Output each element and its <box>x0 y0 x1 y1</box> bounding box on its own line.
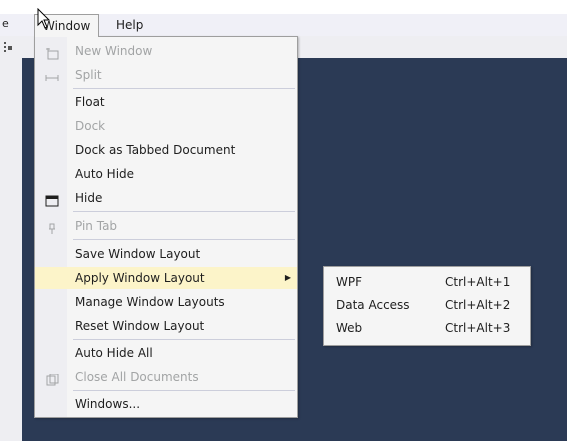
split-icon <box>45 69 59 81</box>
menu-item-auto-hide[interactable]: Auto Hide <box>35 163 297 185</box>
menu-item-label: Auto Hide <box>75 167 135 181</box>
menu-item-label: Apply Window Layout <box>75 271 205 285</box>
app-window: e Window Help New Window Split Float Doc… <box>0 0 567 441</box>
menu-item-label: Close All Documents <box>75 370 199 384</box>
menu-item-label: Save Window Layout <box>75 247 201 261</box>
menu-separator <box>73 211 295 212</box>
menu-item-windows[interactable]: Windows... <box>35 393 297 415</box>
toolbar-grip-icon[interactable] <box>4 42 12 52</box>
menu-item-partial[interactable]: e <box>2 17 9 30</box>
mouse-cursor-icon <box>37 7 53 30</box>
menu-help[interactable]: Help <box>108 14 151 36</box>
menu-item-dock-as-tabbed-document[interactable]: Dock as Tabbed Document <box>35 139 297 161</box>
menu-item-manage-window-layouts[interactable]: Manage Window Layouts <box>35 291 297 313</box>
menu-item-label: New Window <box>75 44 153 58</box>
menu-item-auto-hide-all[interactable]: Auto Hide All <box>35 342 297 364</box>
window-menu-dropdown: New Window Split Float Dock Dock as Tabb… <box>34 36 298 418</box>
submenu-item-label: Data Access <box>336 298 410 312</box>
new-window-icon <box>45 45 59 60</box>
menu-item-dock[interactable]: Dock <box>35 115 297 137</box>
submenu-item-label: Web <box>336 321 363 335</box>
menu-item-label: Auto Hide All <box>75 346 153 360</box>
menu-separator <box>73 390 295 391</box>
close-all-documents-icon <box>45 371 59 386</box>
menu-item-label: Manage Window Layouts <box>75 295 225 309</box>
hide-window-icon <box>45 192 59 207</box>
submenu-arrow-icon: ▶ <box>284 273 291 282</box>
menu-item-label: Float <box>75 95 105 109</box>
menu-separator <box>73 339 295 340</box>
pin-icon <box>45 220 59 234</box>
menu-separator <box>73 239 295 240</box>
submenu-item-data-access[interactable]: Data Access Ctrl+Alt+2 <box>324 294 530 316</box>
shortcut-label: Ctrl+Alt+1 <box>445 275 511 289</box>
menu-item-reset-window-layout[interactable]: Reset Window Layout <box>35 315 297 337</box>
menu-item-apply-window-layout[interactable]: Apply Window Layout ▶ <box>35 267 297 289</box>
left-gutter <box>0 58 22 441</box>
menu-item-label: Windows... <box>75 397 141 411</box>
menu-item-float[interactable]: Float <box>35 91 297 113</box>
menu-item-label: Pin Tab <box>75 219 118 233</box>
apply-window-layout-submenu: WPF Ctrl+Alt+1 Data Access Ctrl+Alt+2 We… <box>323 266 531 346</box>
menu-item-label: Hide <box>75 191 103 205</box>
menu-item-label: Dock <box>75 119 106 133</box>
menu-item-label: Reset Window Layout <box>75 319 205 333</box>
menu-item-close-all-documents[interactable]: Close All Documents <box>35 366 297 388</box>
menu-item-new-window[interactable]: New Window <box>35 40 297 62</box>
submenu-item-wpf[interactable]: WPF Ctrl+Alt+1 <box>324 271 530 293</box>
menu-item-label: Split <box>75 68 102 82</box>
shortcut-label: Ctrl+Alt+3 <box>445 321 511 335</box>
menu-item-pin-tab[interactable]: Pin Tab <box>35 215 297 237</box>
menu-item-split[interactable]: Split <box>35 64 297 86</box>
submenu-item-web[interactable]: Web Ctrl+Alt+3 <box>324 317 530 339</box>
menu-item-label: Dock as Tabbed Document <box>75 143 236 157</box>
submenu-item-label: WPF <box>336 275 363 289</box>
menu-separator <box>73 88 295 89</box>
shortcut-label: Ctrl+Alt+2 <box>445 298 511 312</box>
menu-item-save-window-layout[interactable]: Save Window Layout <box>35 243 297 265</box>
menu-item-hide[interactable]: Hide <box>35 187 297 209</box>
